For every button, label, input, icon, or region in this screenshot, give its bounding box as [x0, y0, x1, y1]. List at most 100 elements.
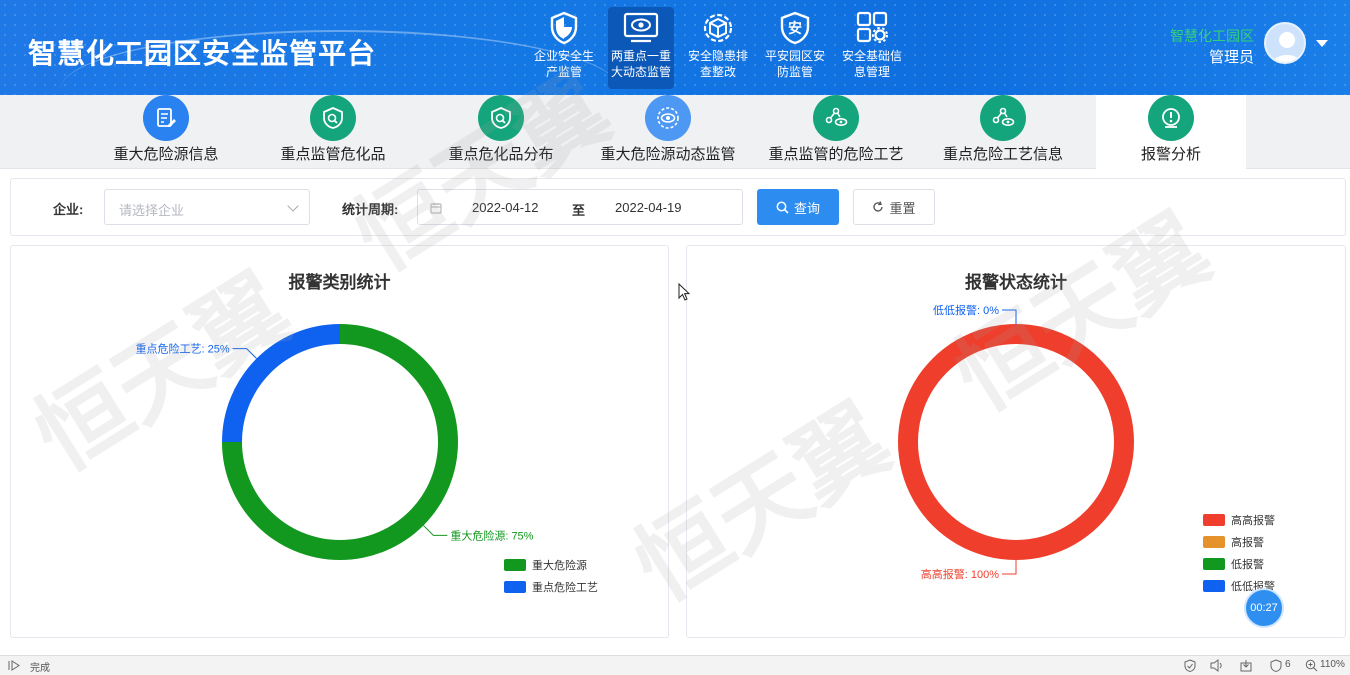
legend-swatch[interactable] — [1203, 558, 1225, 570]
pie-slice[interactable] — [222, 324, 340, 442]
chevron-down-icon[interactable] — [1316, 40, 1328, 47]
legend-swatch[interactable] — [1203, 514, 1225, 526]
user-role: 管理员 — [1208, 49, 1254, 66]
tab-hazard-dynamic[interactable]: 重大危险源动态监管 — [593, 95, 743, 169]
shield-count: 6 — [1285, 659, 1291, 670]
tab-label: 重大危险源动态监管 — [600, 146, 736, 163]
tab-key-process[interactable]: 重点监管的危险工艺 — [761, 95, 911, 169]
alarm-status-panel: 报警状态统计 高高报警: 100% 低低报警: 0% 高高报警 高报警 低报警 低低报警 — [686, 245, 1346, 638]
query-button[interactable]: 查询 — [757, 189, 839, 225]
user-menu[interactable]: 智慧化工园区 管理员 — [1088, 20, 1328, 74]
zoom-icon[interactable] — [1305, 659, 1318, 672]
download-box-icon[interactable] — [1240, 659, 1252, 672]
period-label: 统计周期: — [342, 202, 399, 217]
refresh-icon — [873, 201, 884, 212]
legend-label[interactable]: 高高报警 — [1231, 513, 1275, 527]
legend-label[interactable]: 低报警 — [1231, 557, 1264, 571]
svg-text:安: 安 — [788, 20, 802, 37]
tab-major-hazard-info[interactable]: 重大危险源信息 — [91, 95, 241, 169]
topnav-two-key-dynamic[interactable]: 两重点一重大动态监管 — [608, 7, 674, 89]
legend-label[interactable]: 重点危险工艺 — [532, 580, 598, 594]
status-bar: 完成 6 110% — [0, 655, 1350, 675]
shield-check-icon[interactable] — [1184, 659, 1196, 672]
pie-slice[interactable] — [897, 324, 1134, 560]
query-label: 查询 — [793, 200, 820, 216]
tab-key-chemicals[interactable]: 重点监管危化品 — [258, 95, 408, 169]
reset-label: 重置 — [889, 200, 916, 216]
radar-eye-icon — [645, 95, 691, 141]
legend-swatch[interactable] — [504, 559, 526, 571]
filter-bar: 企业: 请选择企业 统计周期: 2022-04-12 至 2022-04-19 … — [10, 178, 1346, 236]
tab-chemical-distribution[interactable]: 重点危化品分布 — [426, 95, 576, 169]
legend-swatch[interactable] — [1203, 580, 1225, 592]
topnav-basic-info[interactable]: 安全基础信息管理 — [839, 7, 905, 89]
topnav-label: 安全隐患排查整改 — [687, 49, 748, 79]
legend-swatch[interactable] — [504, 581, 526, 593]
cube-gear-icon — [703, 13, 733, 43]
sub-nav: 重大危险源信息 重点监管危化品 重点危化品分布 重大危险源动态监管 重点监管的危… — [0, 95, 1350, 169]
tab-label: 重大危险源信息 — [113, 146, 219, 163]
topnav-label: 企业安全生产监管 — [533, 49, 594, 79]
mouse-cursor — [678, 282, 691, 306]
calendar-icon — [430, 203, 442, 214]
safe-shield-icon: 安 — [780, 11, 810, 45]
slice-label: 高高报警: 100% — [921, 567, 999, 581]
adblock-icon[interactable] — [1270, 659, 1282, 672]
document-edit-icon — [143, 95, 189, 141]
grid-gear-icon — [856, 11, 888, 43]
alarm-category-panel: 报警类别统计 重大危险源: 75% 重点危险工艺: 25% 重大危险源 重点危险工艺 — [10, 245, 669, 638]
topnav-label: 安全基础信息管理 — [841, 49, 902, 79]
tab-label: 重点监管的危险工艺 — [768, 146, 904, 163]
legend-swatch[interactable] — [1203, 536, 1225, 548]
chemical-shield-icon — [478, 95, 524, 141]
slice-label-line — [232, 348, 257, 359]
chevron-down-icon — [287, 200, 299, 212]
reset-button[interactable]: 重置 — [853, 189, 935, 225]
tab-label: 报警分析 — [1140, 146, 1201, 163]
org-name: 智慧化工园区 — [1170, 28, 1254, 44]
tab-label: 重点监管危化品 — [280, 146, 386, 163]
legend-label[interactable]: 高报警 — [1231, 535, 1264, 549]
topnav-hazard-rectify[interactable]: 安全隐患排查整改 — [685, 7, 751, 89]
search-icon — [776, 201, 789, 214]
slice-label: 重点危险工艺: 25% — [136, 342, 230, 356]
tab-process-info[interactable]: 重点危险工艺信息 — [928, 95, 1078, 169]
speaker-icon[interactable] — [1210, 659, 1224, 672]
status-text: 完成 — [30, 663, 50, 674]
eye-monitor-icon — [623, 12, 659, 43]
topnav-enterprise-safety[interactable]: 企业安全生产监管 — [531, 7, 597, 89]
shield-icon — [550, 11, 578, 45]
process-eye-icon — [980, 95, 1026, 141]
company-placeholder: 请选择企业 — [119, 203, 185, 218]
tab-label: 重点危险工艺信息 — [942, 146, 1063, 163]
company-label: 企业: — [53, 202, 84, 217]
legend-label[interactable]: 重大危险源 — [532, 558, 587, 572]
user-icon — [1272, 32, 1302, 62]
slice-label-line — [1002, 309, 1017, 324]
alert-icon — [1148, 95, 1194, 141]
play-icon[interactable] — [8, 660, 20, 671]
topnav-park-security[interactable]: 安 平安园区安防监管 — [762, 7, 828, 89]
zoom-level[interactable]: 110% — [1320, 659, 1345, 670]
slice-label-line — [1002, 560, 1017, 575]
chemical-shield-icon — [310, 95, 356, 141]
timer-badge[interactable]: 00:27 — [1244, 588, 1284, 628]
date-end[interactable]: 2022-04-19 — [615, 200, 682, 215]
app-title: 智慧化工园区安全监管平台 — [28, 37, 377, 70]
top-header: 智慧化工园区安全监管平台 企业安全生产监管 两重点一重大动态监管 安全隐患排查整… — [0, 0, 1350, 95]
avatar[interactable] — [1264, 22, 1306, 64]
alarm-status-chart: 高高报警: 100%低低报警: 0%高高报警高报警低报警低低报警 — [897, 303, 1275, 593]
date-separator: 至 — [572, 203, 586, 218]
topnav-label: 两重点一重大动态监管 — [610, 49, 671, 79]
tab-alarm-analysis[interactable]: 报警分析 — [1096, 95, 1246, 169]
date-start[interactable]: 2022-04-12 — [472, 200, 539, 215]
slice-label-line — [423, 525, 448, 536]
topnav-label: 平安园区安防监管 — [764, 49, 825, 79]
alarm-category-chart: 重大危险源: 75% 重点危险工艺: 25% 重大危险源重点危险工艺 — [136, 324, 598, 594]
process-eye-icon — [813, 95, 859, 141]
tab-label: 重点危化品分布 — [448, 146, 554, 163]
date-range-picker[interactable]: 2022-04-12 至 2022-04-19 — [417, 189, 743, 225]
slice-label: 重大危险源: 75% — [450, 528, 533, 542]
slice-label: 低低报警: 0% — [933, 303, 999, 317]
company-select[interactable]: 请选择企业 — [104, 189, 310, 225]
